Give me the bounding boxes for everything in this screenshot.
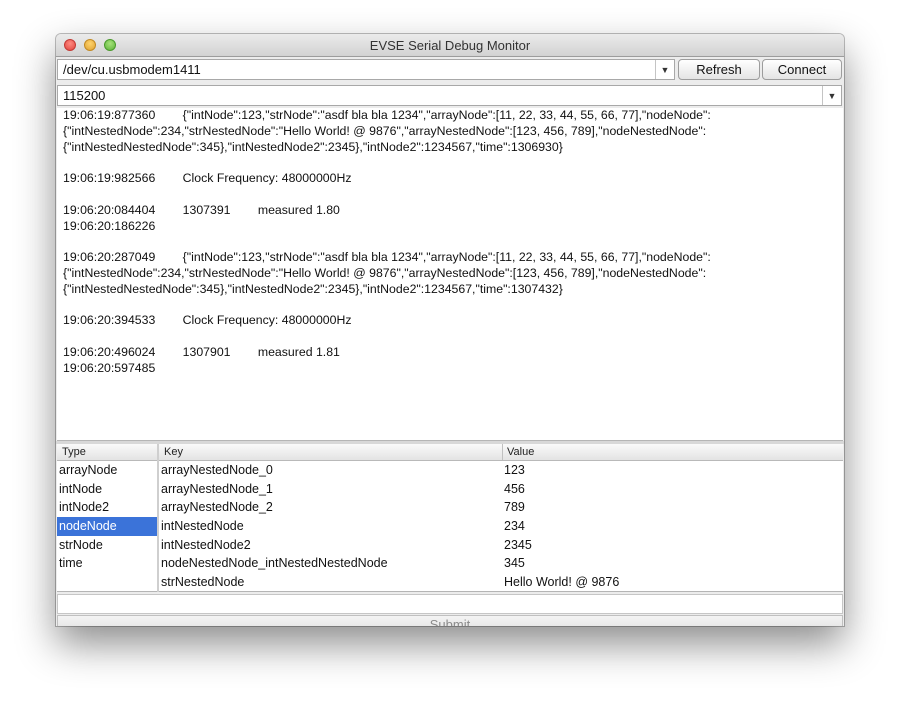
value-cell: 123 — [504, 463, 525, 477]
type-label: strNode — [59, 537, 103, 552]
log-line: 19:06:20:496024 1307901 measured 1.81 — [63, 344, 340, 359]
table-row[interactable]: arrayNestedNode_0 123 — [159, 461, 843, 480]
log-line: {"intNestedNode":234,"strNestedNode":"He… — [63, 265, 707, 280]
command-input[interactable] — [57, 594, 843, 614]
log-line: 19:06:20:597485 — [63, 360, 156, 375]
log-line: {"intNestedNestedNode":345},"intNestedNo… — [63, 139, 563, 154]
baud-rate-value: 115200 — [63, 88, 106, 103]
log-line: 19:06:20:084404 1307391 measured 1.80 — [63, 202, 340, 217]
table-row[interactable]: arrayNestedNode_1 456 — [159, 480, 843, 499]
table-row[interactable]: strNestedNode Hello World! @ 9876 — [159, 573, 843, 591]
value-header-label: Value — [507, 446, 535, 458]
type-list-item[interactable]: time — [57, 554, 157, 573]
key-value-table[interactable]: Key Value arrayNestedNode_0 123 arrayNeste… — [159, 444, 843, 592]
log-line: {"intNestedNode":234,"strNestedNode":"He… — [63, 123, 707, 138]
serial-port-value: /dev/cu.usbmodem1411 — [63, 62, 201, 77]
type-label: nodeNode — [59, 519, 117, 534]
type-list-item[interactable]: strNode — [57, 536, 157, 555]
log-blank-line — [63, 187, 837, 203]
key-cell: intNestedNode2 — [161, 537, 251, 552]
serial-log-output[interactable]: 19:06:19:877360 {"intNode":123,"strNode"… — [57, 108, 843, 441]
baud-rate-select[interactable]: 115200 ▼ — [57, 85, 842, 106]
chevron-down-icon[interactable]: ▼ — [655, 60, 674, 79]
key-cell: strNestedNode — [161, 575, 245, 590]
key-cell: intNestedNode — [161, 519, 244, 534]
table-row[interactable]: intNestedNode 234 — [159, 517, 843, 536]
value-cell: 345 — [504, 556, 525, 571]
table-row[interactable]: nodeNestedNode_intNestedNestedNode 345 — [159, 554, 843, 573]
log-line: 19:06:20:287049 {"intNode":123,"strNode"… — [63, 250, 711, 265]
value-cell: 2345 — [504, 537, 532, 552]
log-line: {"intNestedNestedNode":345},"intNestedNo… — [63, 281, 563, 296]
type-list[interactable]: Type arrayNode intNode intNode2 nodeNode str… — [57, 444, 157, 592]
table-row[interactable]: intNestedNode2 2345 — [159, 536, 843, 555]
log-line: 19:06:20:394533 Clock Frequency: 4800000… — [63, 313, 352, 328]
value-cell: 789 — [504, 500, 525, 515]
table-row[interactable]: arrayNestedNode_2 789 — [159, 498, 843, 517]
log-line: 19:06:19:877360 {"intNode":123,"strNode"… — [63, 108, 711, 122]
window-title: EVSE Serial Debug Monitor — [369, 38, 531, 53]
column-separator[interactable] — [502, 444, 503, 460]
type-list-item[interactable]: arrayNode — [57, 461, 157, 480]
key-header-label: Key — [164, 446, 183, 458]
log-line: 19:06:20:186226 — [63, 218, 156, 233]
refresh-button[interactable]: Refresh — [678, 59, 760, 80]
submit-button[interactable]: Submit — [57, 615, 843, 626]
value-cell: 234 — [504, 519, 525, 534]
connect-button[interactable]: Connect — [762, 59, 842, 80]
kv-table-header[interactable]: Key Value — [159, 444, 843, 461]
log-blank-line — [63, 234, 837, 250]
value-cell: Hello World! @ 9876 — [504, 575, 620, 590]
type-label: arrayNode — [59, 463, 118, 477]
type-label: time — [59, 556, 83, 571]
log-line: 19:06:19:982566 Clock Frequency: 4800000… — [63, 171, 352, 186]
key-cell: nodeNestedNode_intNestedNestedNode — [161, 556, 388, 571]
type-label: intNode — [59, 481, 103, 496]
key-cell: arrayNestedNode_0 — [161, 463, 273, 477]
type-list-item[interactable]: intNode2 — [57, 498, 157, 517]
type-list-item[interactable]: nodeNode — [57, 517, 157, 536]
type-column-header[interactable]: Type — [57, 444, 157, 461]
title-bar[interactable]: EVSE Serial Debug Monitor — [56, 34, 844, 57]
key-cell: arrayNestedNode_1 — [161, 481, 273, 496]
log-blank-line — [63, 329, 837, 345]
type-label: intNode2 — [59, 500, 110, 515]
app-window: EVSE Serial Debug Monitor /dev/cu.usbmod… — [56, 34, 844, 626]
serial-port-select[interactable]: /dev/cu.usbmodem1411 ▼ — [57, 59, 675, 80]
value-cell: 456 — [504, 481, 525, 496]
log-blank-line — [63, 155, 837, 171]
type-header-label: Type — [62, 446, 86, 458]
log-blank-line — [63, 298, 837, 314]
key-cell: arrayNestedNode_2 — [161, 500, 273, 515]
chevron-down-icon[interactable]: ▼ — [822, 86, 841, 105]
type-list-item[interactable]: intNode — [57, 480, 157, 499]
